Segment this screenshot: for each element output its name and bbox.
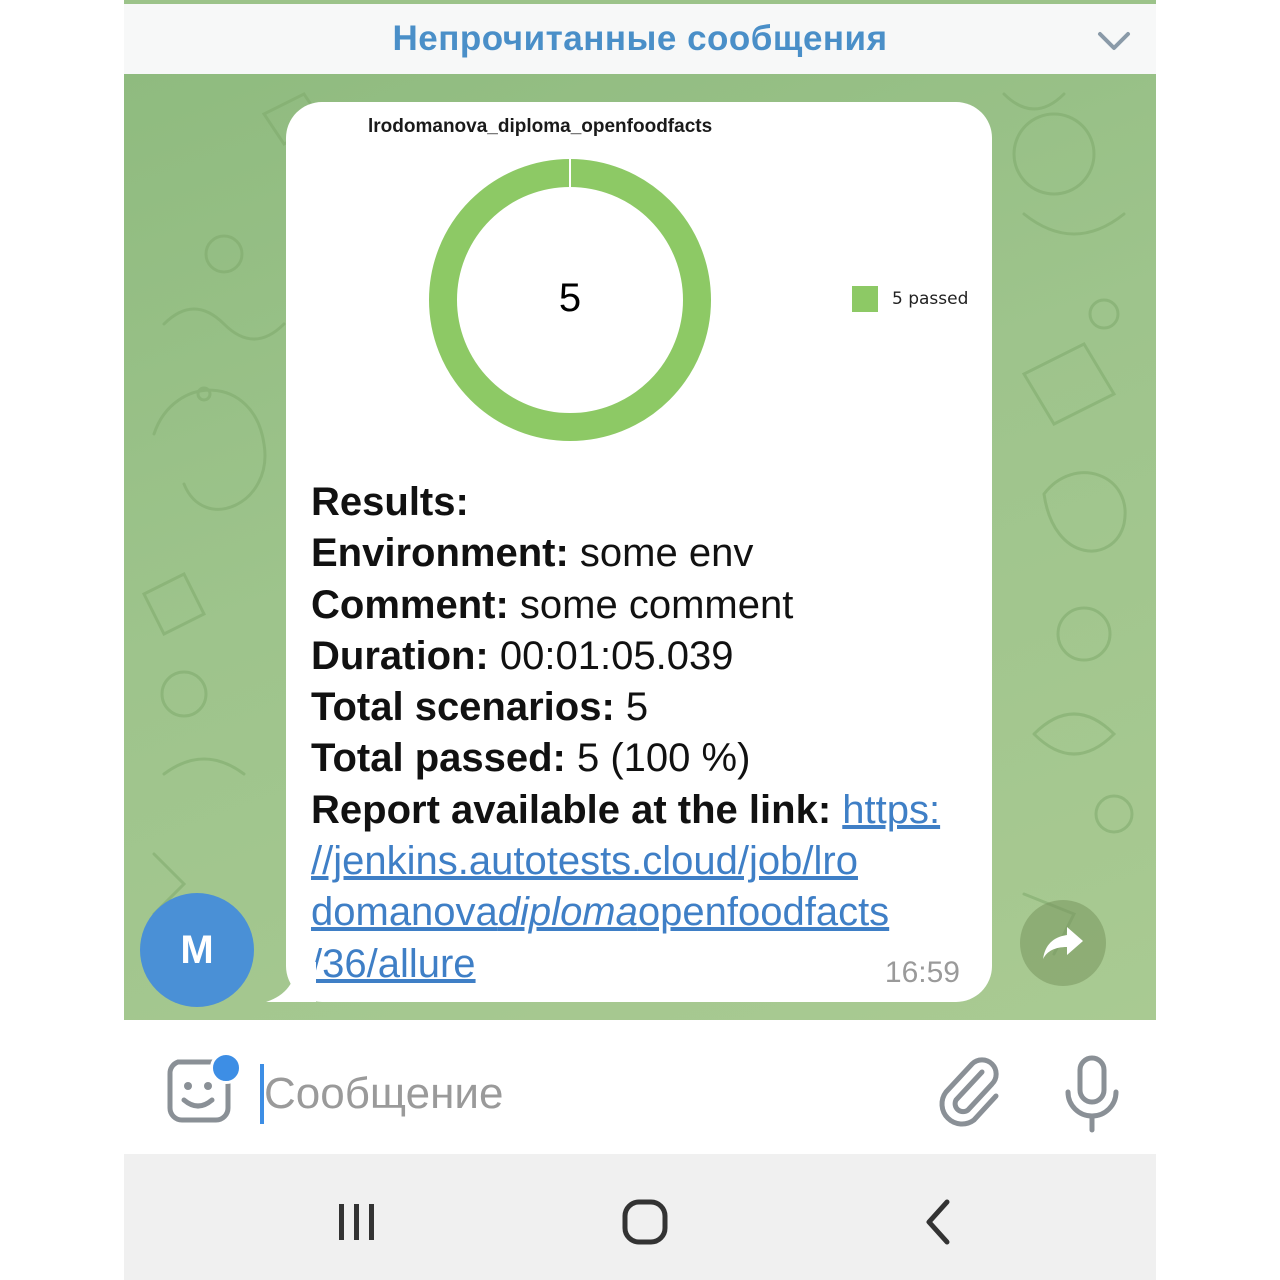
chat-background: lrodomanova_diploma_openfoodfacts 5 5 pa… [124, 74, 1156, 1020]
sticker-notification-dot [210, 1052, 242, 1084]
report-link-part4[interactable]: /36/allure [311, 939, 971, 990]
total-scenarios-line: Total scenarios: 5 [311, 682, 971, 733]
environment-line: Environment: some env [311, 528, 971, 579]
bubble-tail [266, 962, 316, 1002]
recent-apps-button[interactable] [332, 1192, 382, 1252]
duration-line: Duration: 00:01:05.039 [311, 631, 971, 682]
environment-label: Environment: [311, 531, 569, 576]
report-link-line: Report available at the link: https: [311, 785, 971, 836]
donut-total-label: 5 [558, 276, 582, 320]
report-chart-title: lrodomanova_diploma_openfoodfacts [368, 116, 713, 137]
total-scenarios-value: 5 [614, 685, 649, 730]
results-label: Results: [311, 480, 469, 524]
total-passed-label: Total passed: [311, 736, 566, 781]
microphone-icon[interactable] [1062, 1054, 1122, 1134]
total-passed-line: Total passed: 5 (100 %) [311, 733, 971, 784]
message-text: Results: Environment: some env Comment: … [311, 477, 971, 990]
system-navigation-bar [124, 1154, 1156, 1280]
report-link-part3[interactable]: domanovadiplomaopenfoodfacts [311, 887, 971, 938]
chevron-down-icon[interactable] [1094, 22, 1134, 58]
home-button[interactable] [620, 1192, 670, 1252]
legend-label-passed: 5 passed [892, 289, 969, 309]
environment-value: some env [568, 531, 754, 576]
back-button[interactable] [918, 1192, 958, 1252]
report-link-part3c: openfoodfacts [637, 890, 890, 935]
message-time: 16:59 [884, 956, 960, 989]
home-icon [622, 1199, 668, 1245]
report-link-part1[interactable]: https: [842, 788, 940, 832]
comment-label: Comment: [311, 582, 509, 627]
duration-label: Duration: [311, 633, 489, 678]
avatar[interactable]: M [140, 893, 254, 1007]
recent-apps-icon [339, 1204, 374, 1240]
comment-line: Comment: some comment [311, 580, 971, 631]
results-line: Results: [311, 477, 971, 528]
message-bubble[interactable]: lrodomanova_diploma_openfoodfacts 5 5 pa… [286, 102, 992, 1002]
comment-value: some comment [508, 582, 794, 627]
duration-value: 00:01:05.039 [488, 633, 734, 678]
legend-swatch-passed [852, 286, 878, 312]
forward-button[interactable] [1020, 900, 1106, 986]
chart-legend: 5 passed [852, 286, 968, 312]
telegram-chat-screen: Непрочитанные сообщения lrodomanova_dipl… [124, 0, 1156, 1280]
message-input[interactable] [264, 1062, 904, 1126]
report-link-label: Report available at the link: [311, 787, 832, 832]
unread-messages-bar[interactable]: Непрочитанные сообщения [124, 4, 1156, 74]
forward-icon [1043, 927, 1083, 959]
paperclip-icon[interactable] [936, 1054, 1002, 1128]
total-scenarios-label: Total scenarios: [311, 685, 615, 730]
unread-messages-label: Непрочитанные сообщения [392, 19, 888, 58]
report-link-part3b: diploma [497, 890, 638, 935]
back-icon [926, 1199, 950, 1245]
total-passed-value: 5 (100 %) [565, 736, 751, 781]
message-composer [124, 1020, 1156, 1154]
report-link-part3a: domanova [311, 890, 498, 935]
avatar-initial: M [180, 927, 214, 972]
report-link-part2[interactable]: //jenkins.autotests.cloud/job/lro [311, 836, 971, 887]
